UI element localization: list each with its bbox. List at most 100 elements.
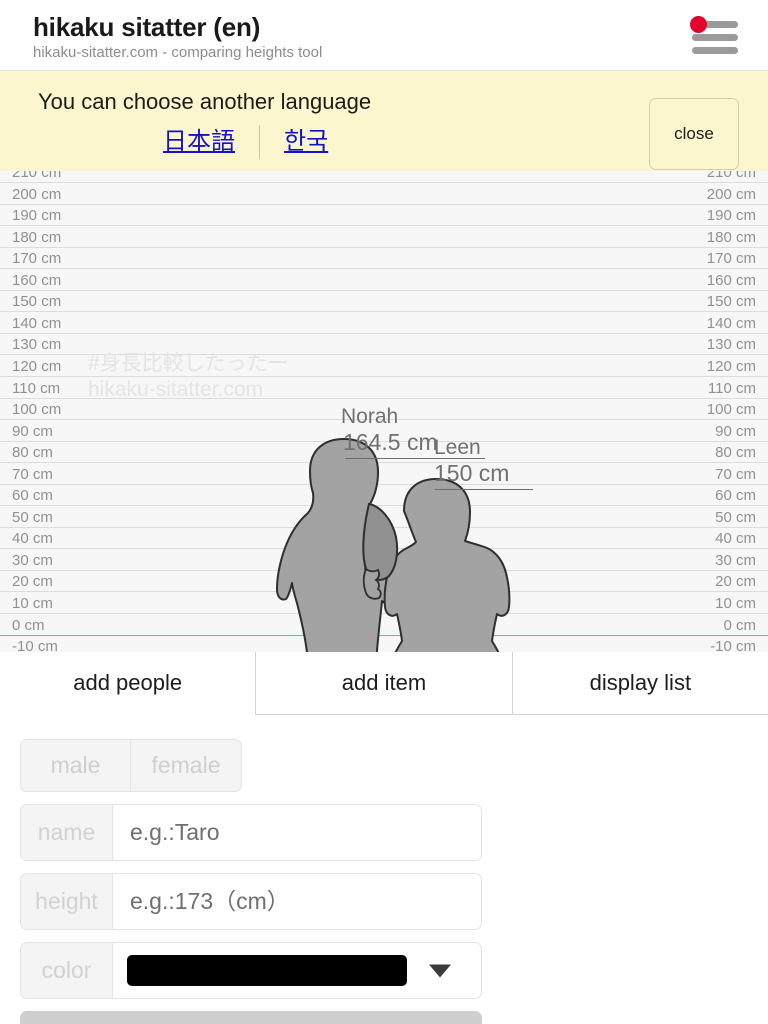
page-title: hikaku sitatter (en) <box>33 12 261 42</box>
app-header: hikaku sitatter (en) hikaku-sitatter.com… <box>0 0 768 71</box>
chart-gridline <box>0 613 768 614</box>
tab-bar: add people add item display list <box>0 652 768 715</box>
chart-gridline <box>0 398 768 399</box>
chart-tick-label-right: 170 cm <box>706 250 756 267</box>
chart-watermark: #身長比較したったー hikaku-sitatter.com <box>88 351 289 403</box>
chart-tick-label-right: 130 cm <box>706 336 756 353</box>
chart-tick-label-left: 210 cm <box>12 171 62 181</box>
close-banner-button[interactable]: close <box>649 98 739 170</box>
chart-tick-label-right: 60 cm <box>715 487 756 504</box>
height-comparison-chart: 210 cm 210 cm 200 cm 200 cm 190 cm 190 cm 180 … <box>0 171 768 652</box>
chart-gridline <box>0 311 768 312</box>
chart-tick-label-right: 210 cm <box>706 171 756 181</box>
chart-tick-label-right: 140 cm <box>706 315 756 332</box>
chart-tick-label-right: 110 cm <box>707 380 756 397</box>
chart-tick-label-left: 120 cm <box>12 358 62 375</box>
chart-tick-label-left: 20 cm <box>12 573 53 590</box>
hamburger-bar <box>692 34 738 41</box>
height-field-label: height <box>20 873 113 930</box>
chart-tick-label-right: 200 cm <box>706 186 756 203</box>
chart-tick-label-left: 30 cm <box>12 552 53 569</box>
chart-tick-label-left: 50 cm <box>12 509 53 526</box>
chart-tick-label-left: 60 cm <box>12 487 53 504</box>
height-field-row: height <box>20 873 482 930</box>
chart-tick-label-left: 100 cm <box>12 401 62 418</box>
chart-tick-label-left: 200 cm <box>12 186 62 203</box>
chart-tick-label-right: 20 cm <box>715 573 756 590</box>
chart-tick-label-left: 0 cm <box>12 617 45 634</box>
chart-tick-label-left: 170 cm <box>12 250 62 267</box>
language-link-korean[interactable]: 한국 <box>284 127 328 157</box>
randomly-generate-button[interactable]: randomly generate <box>20 1011 482 1024</box>
page-subtitle: hikaku-sitatter.com - comparing heights … <box>33 44 323 61</box>
chart-tick-label-right: 80 cm <box>715 444 756 461</box>
gender-toggle: male female <box>20 739 748 792</box>
add-people-form: male female name height color randomly g… <box>0 715 768 1024</box>
chart-tick-label-right: 120 cm <box>706 358 756 375</box>
chart-gridline <box>0 462 768 463</box>
tab-add-item[interactable]: add item <box>255 652 513 715</box>
chart-gridline <box>0 354 768 355</box>
person-name-leen: Leen <box>434 436 481 459</box>
chart-tick-label-right: -10 cm <box>710 638 756 652</box>
hamburger-bar <box>692 47 738 54</box>
name-field-row: name <box>20 804 482 861</box>
chart-tick-label-right: 40 cm <box>715 530 756 547</box>
chart-tick-label-left: 190 cm <box>12 207 62 224</box>
watermark-line-2: hikaku-sitatter.com <box>88 378 264 401</box>
chart-tick-label-right: 180 cm <box>706 229 756 246</box>
person-height-norah: 164.5 cm <box>343 429 438 455</box>
name-input[interactable] <box>113 804 482 861</box>
tab-add-people[interactable]: add people <box>0 652 257 715</box>
chart-gridline <box>0 591 768 592</box>
language-link-japanese[interactable]: 日本語 <box>163 127 235 157</box>
height-line-leen <box>435 489 533 490</box>
height-input[interactable] <box>113 873 482 930</box>
chart-tick-label-left: 150 cm <box>12 293 62 310</box>
chart-tick-label-left: 160 cm <box>12 272 62 289</box>
chart-gridline <box>0 570 768 571</box>
chart-tick-label-left: 90 cm <box>12 423 53 440</box>
chart-tick-label-left: 110 cm <box>12 380 61 397</box>
chart-tick-label-right: 150 cm <box>706 293 756 310</box>
person-silhouette-norah <box>276 438 397 652</box>
language-link-divider <box>259 125 260 159</box>
chart-tick-label-right: 90 cm <box>715 423 756 440</box>
person-name-norah: Norah <box>341 405 399 428</box>
notification-badge-dot <box>690 16 707 33</box>
chart-tick-label-left: 180 cm <box>12 229 62 246</box>
language-banner: You can choose another language 日本語 한국 c… <box>0 71 768 171</box>
chart-gridline <box>0 527 768 528</box>
chart-tick-label-left: 10 cm <box>12 595 53 612</box>
color-field-label: color <box>20 942 113 999</box>
chart-tick-label-left: 70 cm <box>12 466 53 483</box>
chart-gridline <box>0 484 768 485</box>
color-field-row: color <box>20 942 482 999</box>
gender-female-button[interactable]: female <box>131 739 242 792</box>
chart-tick-label-right: 160 cm <box>706 272 756 289</box>
chart-tick-label-right: 0 cm <box>723 617 756 634</box>
chart-gridline <box>0 333 768 334</box>
chart-gridline <box>0 505 768 506</box>
chevron-down-icon <box>429 964 451 977</box>
chart-tick-label-right: 50 cm <box>715 509 756 526</box>
chart-gridline <box>0 268 768 269</box>
chart-tick-label-left: 140 cm <box>12 315 62 332</box>
chart-tick-label-left: 40 cm <box>12 530 53 547</box>
color-select[interactable] <box>113 942 482 999</box>
chart-tick-label-right: 10 cm <box>715 595 756 612</box>
tab-display-list[interactable]: display list <box>511 652 768 715</box>
chart-gridline <box>0 376 768 377</box>
chart-tick-label-left: 130 cm <box>12 336 62 353</box>
chart-gridline <box>0 247 768 248</box>
hamburger-menu-icon[interactable] <box>690 16 738 56</box>
chart-gridline <box>0 182 768 183</box>
color-swatch <box>127 955 407 986</box>
chart-tick-label-right: 70 cm <box>715 466 756 483</box>
chart-gridline <box>0 204 768 205</box>
chart-tick-label-right: 100 cm <box>706 401 756 418</box>
chart-zero-line <box>0 635 768 636</box>
person-height-leen: 150 cm <box>434 460 510 486</box>
name-field-label: name <box>20 804 113 861</box>
gender-male-button[interactable]: male <box>20 739 131 792</box>
